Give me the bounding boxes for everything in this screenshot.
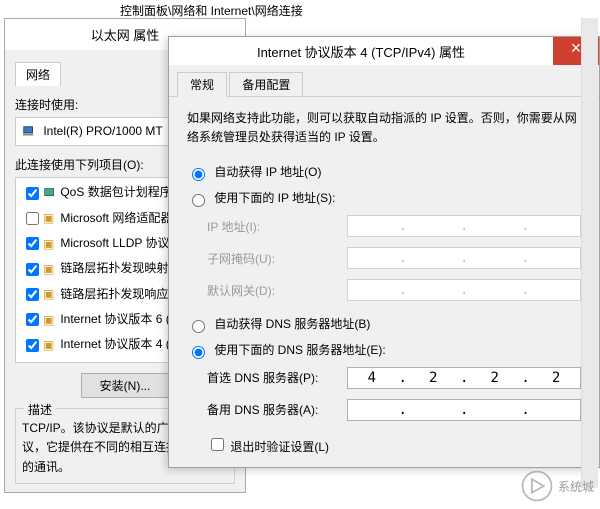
protocol-icon: ▣ xyxy=(43,287,57,301)
gateway-input: ... xyxy=(347,279,581,301)
dns1-label: 首选 DNS 服务器(P): xyxy=(207,369,347,386)
item-label: Internet 协议版本 6 ( xyxy=(60,312,169,326)
ipv4-title: Internet 协议版本 4 (TCP/IPv4) 属性 xyxy=(169,42,553,61)
protocol-icon: ▣ xyxy=(43,338,57,352)
dns1-oct3[interactable]: 2 xyxy=(482,370,508,386)
subnet-mask-label: 子网掩码(U): xyxy=(207,250,347,267)
item-checkbox[interactable] xyxy=(26,313,39,326)
validate-label: 退出时验证设置(L) xyxy=(230,440,329,454)
ip-address-input: ... xyxy=(347,215,581,237)
ip-manual-radio-row: 使用下面的 IP 地址(S): xyxy=(187,189,581,207)
watermark-text: 系统城 xyxy=(558,478,594,495)
item-checkbox[interactable] xyxy=(26,212,39,225)
dns-auto-label: 自动获得 DNS 服务器地址(B) xyxy=(214,317,370,331)
item-label: Microsoft 网络适配器 xyxy=(60,211,172,225)
dns1-oct1[interactable]: 4 xyxy=(359,370,385,386)
adapter-name: Intel(R) PRO/1000 MT xyxy=(43,124,162,138)
protocol-icon: ▣ xyxy=(43,262,57,276)
dns-auto-radio-row: 自动获得 DNS 服务器地址(B) xyxy=(187,315,581,333)
item-label: Microsoft LLDP 协议 xyxy=(60,236,169,250)
ip-auto-radio-row: 自动获得 IP 地址(O) xyxy=(187,163,581,181)
protocol-icon: ▣ xyxy=(43,313,57,327)
ip-address-label: IP 地址(I): xyxy=(207,218,347,235)
watermark: 系统城 xyxy=(520,469,594,503)
ipv4-properties-window: Internet 协议版本 4 (TCP/IPv4) 属性 × 常规 备用配置 … xyxy=(168,36,600,468)
dns2-label: 备用 DNS 服务器(A): xyxy=(207,401,347,418)
ip-auto-label: 自动获得 IP 地址(O) xyxy=(214,165,321,179)
watermark-icon xyxy=(520,469,554,503)
close-icon: × xyxy=(571,38,582,58)
dns-manual-label: 使用下面的 DNS 服务器地址(E): xyxy=(214,343,385,357)
item-checkbox[interactable] xyxy=(26,263,39,276)
adapter-icon xyxy=(22,124,40,139)
ip-auto-radio[interactable] xyxy=(192,168,205,181)
dns2-input[interactable]: ... xyxy=(347,399,581,421)
protocol-icon: ▣ xyxy=(43,237,57,251)
planner-icon xyxy=(43,185,57,199)
dns1-oct2[interactable]: 2 xyxy=(420,370,446,386)
dns-manual-radio-row: 使用下面的 DNS 服务器地址(E): xyxy=(187,341,581,359)
item-label: QoS 数据包计划程序 xyxy=(60,185,171,199)
item-checkbox[interactable] xyxy=(26,339,39,352)
dns1-oct4[interactable]: 2 xyxy=(543,370,569,386)
dns-auto-radio[interactable] xyxy=(192,320,205,333)
ipv4-description: 如果网络支持此功能，则可以获取自动指派的 IP 设置。否则，你需要从网络系统管理… xyxy=(187,109,581,147)
item-checkbox[interactable] xyxy=(26,187,39,200)
ipv4-titlebar: Internet 协议版本 4 (TCP/IPv4) 属性 × xyxy=(169,37,599,65)
dns-manual-radio[interactable] xyxy=(192,346,205,359)
tab-network[interactable]: 网络 xyxy=(15,62,61,86)
scrollbar-vertical[interactable] xyxy=(581,18,598,488)
item-label: 链路层拓扑发现映射器 xyxy=(60,261,180,275)
install-button[interactable]: 安装(N)... xyxy=(81,373,170,398)
item-checkbox[interactable] xyxy=(26,288,39,301)
dns1-input[interactable]: 4. 2. 2. 2 xyxy=(347,367,581,389)
subnet-mask-input: ... xyxy=(347,247,581,269)
ip-manual-radio[interactable] xyxy=(192,194,205,207)
validate-checkbox[interactable] xyxy=(211,438,224,451)
tab-general[interactable]: 常规 xyxy=(177,72,227,97)
protocol-icon: ▣ xyxy=(43,211,57,225)
gateway-label: 默认网关(D): xyxy=(207,282,347,299)
ip-manual-label: 使用下面的 IP 地址(S): xyxy=(214,191,335,205)
item-checkbox[interactable] xyxy=(26,237,39,250)
tab-alt-config[interactable]: 备用配置 xyxy=(229,72,303,97)
description-title: 描述 xyxy=(24,401,56,418)
item-label: Internet 协议版本 4 ( xyxy=(60,337,169,351)
